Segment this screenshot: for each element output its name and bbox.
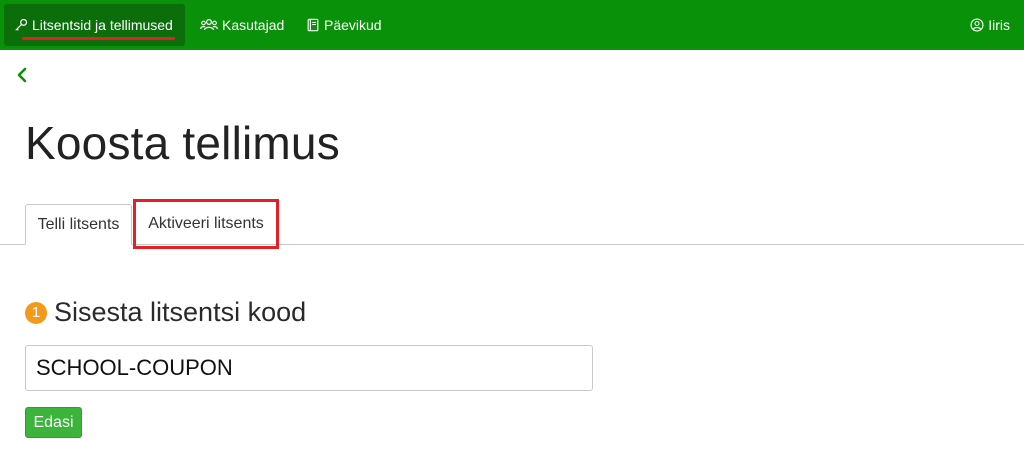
nav-item-user-account[interactable]: Iiris (960, 4, 1020, 46)
nav-item-label: Päevikud (324, 17, 382, 33)
top-navigation: Litsentsid ja tellimused Kasutajad Päevi… (0, 0, 1024, 50)
tab-activate-license[interactable]: Aktiveeri litsents (133, 199, 279, 249)
step-title: Sisesta litsentsi kood (54, 297, 307, 327)
book-icon (307, 18, 319, 32)
nav-item-label: Iiris (988, 17, 1010, 33)
tab-order-license[interactable]: Telli litsents (25, 204, 132, 245)
nav-item-licenses-orders[interactable]: Litsentsid ja tellimused (4, 4, 185, 46)
back-button[interactable] (12, 64, 32, 86)
nav-item-users[interactable]: Kasutajad (190, 4, 294, 46)
tab-label: Telli litsents (37, 215, 120, 233)
nav-item-label: Kasutajad (222, 17, 285, 33)
user-circle-icon (970, 18, 984, 32)
step-number-badge: 1 (25, 301, 47, 324)
tab-label: Aktiveeri litsents (148, 215, 264, 232)
nav-highlight-underline (22, 37, 175, 40)
next-button[interactable]: Edasi (25, 407, 82, 438)
license-code-input[interactable] (25, 345, 593, 391)
chevron-left-icon (17, 67, 27, 83)
users-icon (200, 18, 218, 31)
nav-item-diaries[interactable]: Päevikud (296, 4, 392, 46)
key-icon (15, 18, 28, 31)
page-title: Koosta tellimus (25, 117, 340, 169)
step-heading: 1 Sisesta litsentsi kood (25, 297, 306, 328)
nav-item-label: Litsentsid ja tellimused (32, 17, 173, 33)
